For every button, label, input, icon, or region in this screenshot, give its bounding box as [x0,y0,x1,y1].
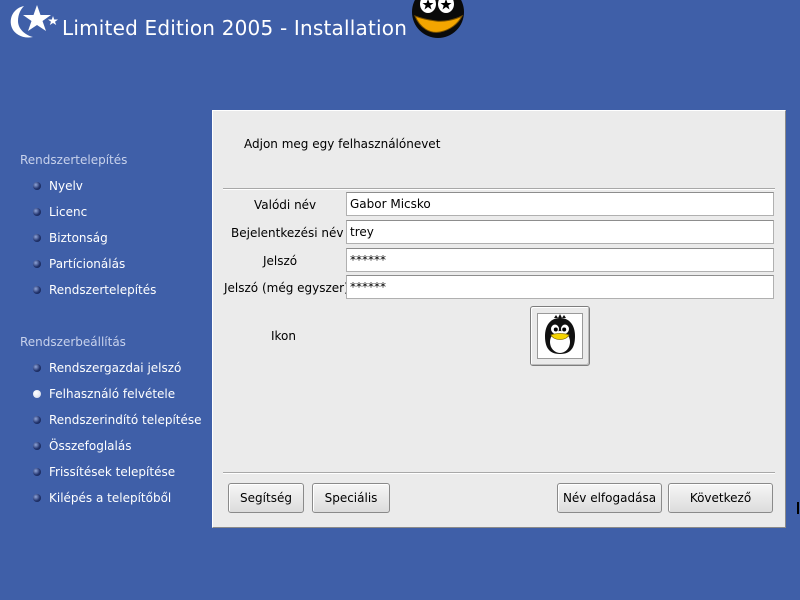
divider [223,188,775,190]
icon-frame [537,313,583,359]
sidebar-item-label: Rendszergazdai jelszó [49,361,182,375]
sidebar-section-title: Rendszertelepítés [20,153,128,167]
bullet-icon [33,442,41,450]
sidebar-item-label: Partícionálás [49,257,126,271]
login-name-label: Bejelentkezési név [231,226,344,240]
password-again-input[interactable] [346,275,774,299]
divider [223,472,775,474]
password-input[interactable] [346,248,774,272]
penguin-avatar-icon [545,314,575,354]
sidebar-section-title: Rendszerbeállítás [20,335,126,349]
real-name-input[interactable] [346,192,774,216]
sidebar-item-label: Rendszertelepítés [49,283,157,297]
sidebar-item-label: Frissítések telepítése [49,465,176,479]
add-user-dialog: Adjon meg egy felhasználónevet Valódi né… [212,110,786,528]
penguin-mascot-icon [412,0,464,38]
bullet-icon [33,468,41,476]
user-icon-button[interactable] [530,306,590,366]
window-title: Limited Edition 2005 - Installation [62,16,408,40]
bullet-icon [33,416,41,424]
login-name-input[interactable] [346,220,774,244]
bullet-icon [33,286,41,294]
real-name-label: Valódi név [254,198,317,212]
bullet-icon [33,182,41,190]
text-cursor-icon [797,502,799,514]
sidebar-item-label: Kilépés a telepítőből [49,491,172,505]
password-label: Jelszó [263,254,298,268]
password-again-label: Jelszó (még egyszer) [224,281,349,295]
sidebar-item-label: Felhasználó felvétele [49,387,176,401]
sidebar-item-label: Biztonság [49,231,108,245]
bullet-icon [33,208,41,216]
star-logo-icon [10,5,58,38]
sidebar-item-label: Rendszerindító telepítése [49,413,202,427]
bullet-icon [33,260,41,268]
next-button[interactable]: Következő [668,483,773,513]
help-button[interactable]: Segítség [228,483,304,513]
bullet-icon [33,234,41,242]
active-bullet-icon [33,390,41,398]
icon-label: Ikon [271,329,297,343]
bullet-icon [33,364,41,372]
bullet-icon [33,494,41,502]
dialog-prompt: Adjon meg egy felhasználónevet [244,137,441,151]
sidebar-item-label: Nyelv [49,179,83,193]
advanced-button[interactable]: Speciális [312,483,390,513]
sidebar-item-label: Licenc [49,205,88,219]
accept-name-button[interactable]: Név elfogadása [557,483,662,513]
sidebar-item-label: Összefoglalás [49,439,132,453]
